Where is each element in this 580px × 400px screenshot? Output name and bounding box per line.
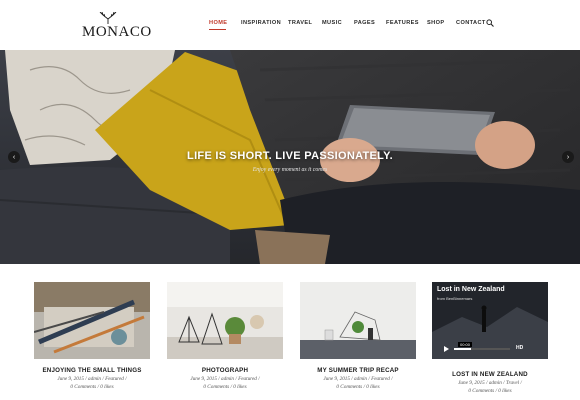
nav-home[interactable]: HOME [209,20,227,26]
hero-slider: ‹ › LIFE IS SHORT. LIVE PASSIONATELY. En… [0,50,580,264]
hero-subtitle: Enjoy every moment as it comes [252,167,328,173]
nav-shop[interactable]: SHOP [427,20,444,26]
hd-badge[interactable]: HD [516,345,523,351]
post-meta: June 9, 2015 / admin / Travel / 0 Commen… [458,380,522,394]
post-category[interactable]: Featured [238,376,257,382]
post-date: June 9, 2015 [57,376,84,382]
video-author[interactable]: from BenBinnemars [437,296,472,301]
search-icon[interactable] [486,19,494,27]
post-category[interactable]: Featured [371,376,390,382]
post-comments[interactable]: 0 Comments [468,388,494,394]
hero-title: LIFE IS SHORT. LIVE PASSIONATELY. [187,150,393,162]
post-card: PHOTOGRAPH June 9, 2015 / admin / Featur… [167,282,283,400]
post-date: June 9, 2015 [190,376,217,382]
nav-features[interactable]: FEATURES [386,20,419,26]
post-title[interactable]: LOST IN NEW ZEALAND [424,371,556,378]
post-likes[interactable]: 0 likes [366,384,379,390]
nav-travel[interactable]: TRAVEL [288,20,312,26]
post-comments[interactable]: 0 Comments [336,384,362,390]
post-author[interactable]: admin [489,380,502,386]
post-card: ENJOYING THE SMALL THINGS June 9, 2015 /… [34,282,150,400]
video-progress-fill [454,348,471,350]
video-player[interactable]: Lost in New Zealand from BenBinnemars 00… [432,282,548,359]
post-thumbnail[interactable] [34,282,150,359]
post-author[interactable]: admin [221,376,234,382]
nav-contact[interactable]: CONTACT [456,20,486,26]
post-likes[interactable]: 0 likes [100,384,113,390]
video-time: 00:00 [458,342,473,347]
post-title[interactable]: MY SUMMER TRIP RECAP [292,367,424,374]
post-likes[interactable]: 0 likes [233,384,246,390]
post-title[interactable]: ENJOYING THE SMALL THINGS [26,367,158,374]
post-author[interactable]: admin [88,376,101,382]
nav-pages[interactable]: PAGES [354,20,375,26]
nav-active-underline [209,29,226,30]
post-date: June 9, 2015 [458,380,485,386]
site-header: MONACO HOME INSPIRATION TRAVEL MUSIC PAG… [0,0,580,50]
post-title[interactable]: PHOTOGRAPH [159,367,291,374]
play-icon[interactable] [444,346,449,352]
post-card: MY SUMMER TRIP RECAP June 9, 2015 / admi… [300,282,416,400]
post-comments[interactable]: 0 Comments [203,384,229,390]
post-comments[interactable]: 0 Comments [70,384,96,390]
post-date: June 9, 2015 [323,376,350,382]
post-thumbnail[interactable] [167,282,283,359]
post-likes[interactable]: 0 likes [498,388,511,394]
nav-music[interactable]: MUSIC [322,20,342,26]
post-grid: ENJOYING THE SMALL THINGS June 9, 2015 /… [0,264,580,400]
post-thumbnail[interactable] [300,282,416,359]
video-progress[interactable] [454,348,510,350]
post-meta: June 9, 2015 / admin / Featured / 0 Comm… [57,376,127,390]
nav-inspiration[interactable]: INSPIRATION [241,20,281,26]
video-title[interactable]: Lost in New Zealand [437,286,505,293]
post-meta: June 9, 2015 / admin / Featured / 0 Comm… [190,376,260,390]
post-category[interactable]: Travel [506,380,519,386]
post-meta: June 9, 2015 / admin / Featured / 0 Comm… [323,376,393,390]
post-card: Lost in New Zealand from BenBinnemars 00… [432,282,548,400]
post-category[interactable]: Featured [105,376,124,382]
post-author[interactable]: admin [354,376,367,382]
